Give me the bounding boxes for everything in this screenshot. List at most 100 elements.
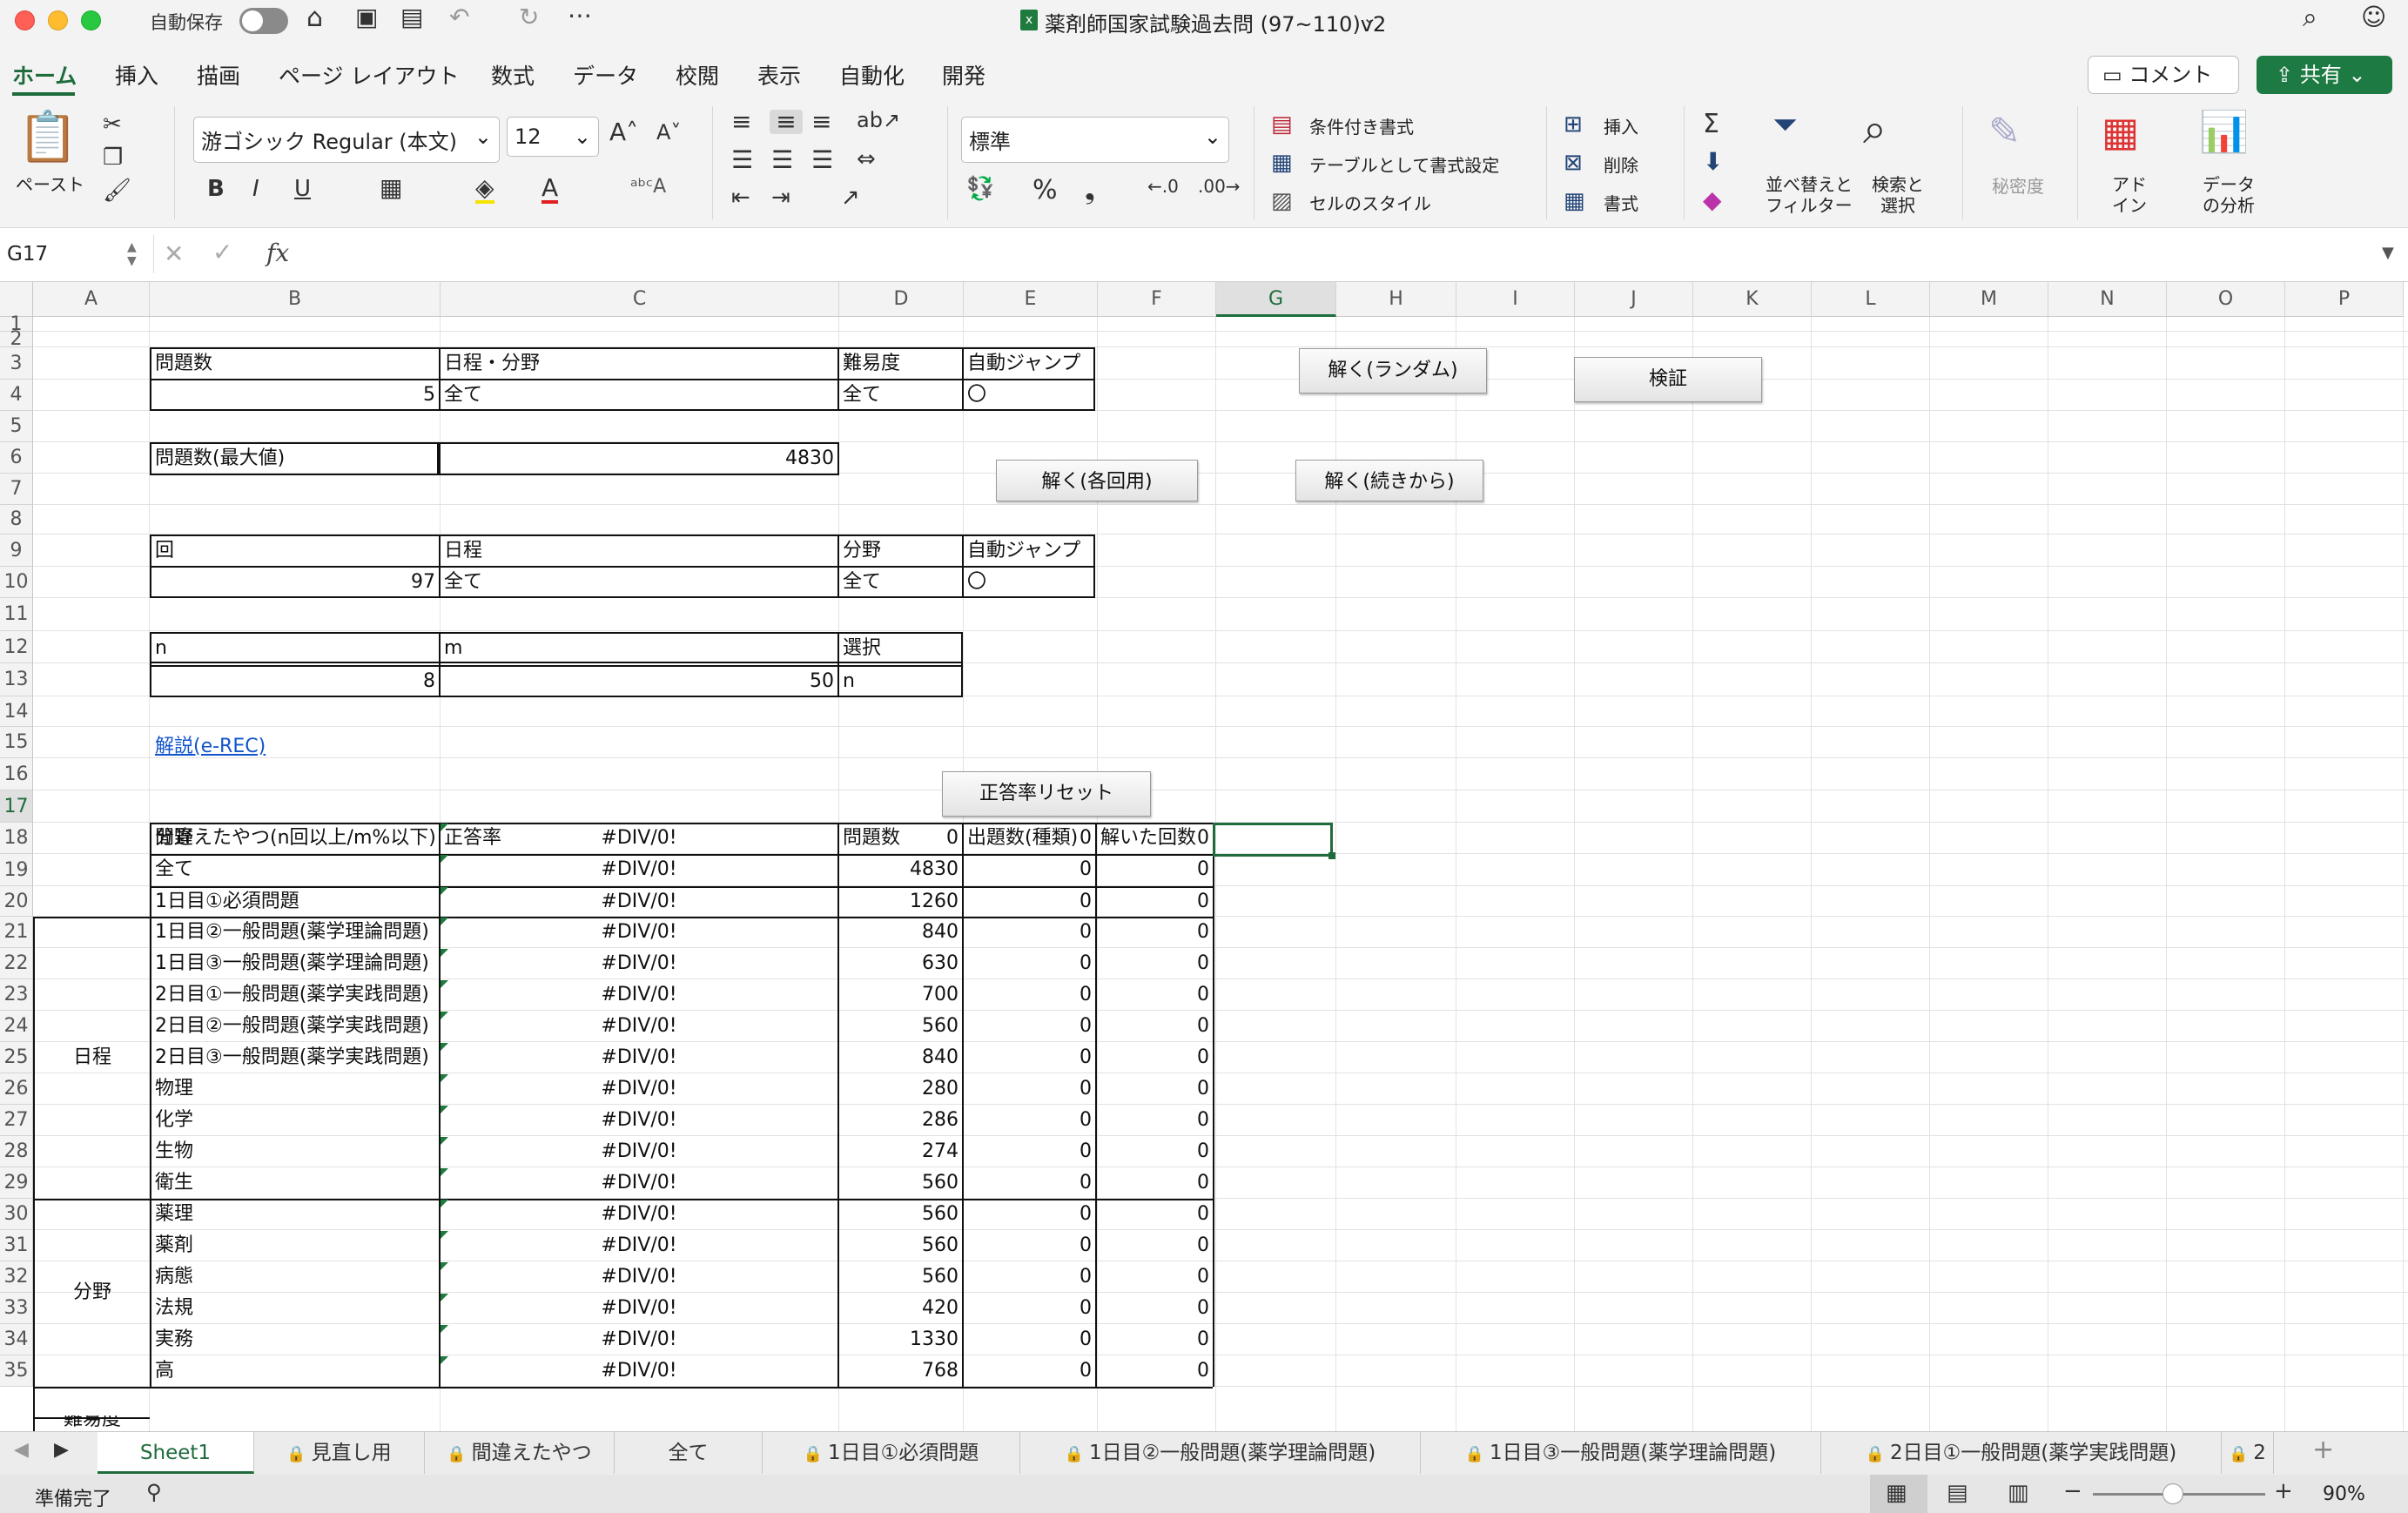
row-header[interactable]: 6 bbox=[0, 442, 33, 474]
zoom-in-icon[interactable]: + bbox=[2274, 1480, 2293, 1503]
page-layout-view-icon[interactable]: ▤ bbox=[1947, 1482, 1968, 1504]
row-header[interactable]: 9 bbox=[0, 535, 33, 567]
italic-icon[interactable]: I bbox=[252, 178, 259, 200]
table-row-types[interactable]: 0 bbox=[964, 1074, 1095, 1104]
error-indicator-icon[interactable] bbox=[441, 949, 448, 957]
table-row-types[interactable]: 0 bbox=[964, 1106, 1095, 1135]
table-row-name[interactable]: 2日目①一般問題(薬学実践問題) bbox=[151, 980, 439, 1010]
error-indicator-icon[interactable] bbox=[441, 1106, 448, 1113]
table-row-count[interactable]: 560 bbox=[839, 1262, 962, 1292]
tab-page-layout[interactable]: ページ レイアウト bbox=[279, 59, 459, 91]
tab-developer[interactable]: 開発 bbox=[942, 59, 985, 91]
font-name-select[interactable]: 游ゴシック Regular (本文) ⌄ bbox=[193, 117, 500, 163]
align-bottom-icon[interactable]: ≡ bbox=[811, 110, 831, 134]
worksheet-grid[interactable]: ABCDEFGHIJKLMNOP 1 2 3 4 5 6 7 8 9 10 11 12 13 14 15 16… bbox=[0, 282, 2408, 1431]
row-header[interactable]: 3 bbox=[0, 347, 33, 380]
formula-input[interactable] bbox=[310, 235, 2391, 273]
conditional-format-label[interactable]: 条件付き書式 bbox=[1309, 117, 1414, 138]
page-break-view-icon[interactable]: ▥ bbox=[2008, 1482, 2029, 1504]
row-header[interactable]: 15 bbox=[0, 727, 33, 758]
row-header[interactable]: 30 bbox=[0, 1199, 33, 1230]
column-header[interactable]: G bbox=[1216, 282, 1336, 317]
align-middle-icon[interactable]: ≡ bbox=[770, 110, 803, 134]
table-row-types[interactable]: 0 bbox=[964, 1168, 1095, 1198]
table-row-name[interactable]: 実務 bbox=[151, 1325, 439, 1355]
error-indicator-icon[interactable] bbox=[441, 1168, 448, 1176]
column-header[interactable]: I bbox=[1456, 282, 1575, 317]
table-row-types[interactable]: 0 bbox=[964, 918, 1095, 947]
row-header[interactable]: 19 bbox=[0, 854, 33, 886]
row-header[interactable]: 24 bbox=[0, 1011, 33, 1042]
table-row-solved[interactable]: 0 bbox=[1097, 1074, 1213, 1104]
align-top-icon[interactable]: ≡ bbox=[731, 110, 751, 134]
table-row-solved[interactable]: 0 bbox=[1097, 1106, 1213, 1135]
table-row-solved[interactable]: 0 bbox=[1097, 1200, 1213, 1229]
value-round[interactable]: 97 bbox=[151, 568, 439, 597]
table-row-solved[interactable]: 0 bbox=[1097, 980, 1213, 1010]
column-header[interactable]: M bbox=[1930, 282, 2048, 317]
row-header[interactable]: 8 bbox=[0, 505, 33, 535]
error-indicator-icon[interactable] bbox=[441, 1325, 448, 1333]
redo-icon[interactable]: ↻ bbox=[519, 5, 539, 30]
row-header[interactable]: 31 bbox=[0, 1230, 33, 1261]
table-row-solved[interactable]: 0 bbox=[1097, 855, 1213, 884]
table-row-count[interactable]: 280 bbox=[839, 1074, 962, 1104]
comment-button[interactable]: ▭ コメント bbox=[2088, 56, 2239, 94]
value-autojump[interactable]: 〇 bbox=[964, 380, 990, 410]
table-row-solved[interactable]: 0 bbox=[1097, 1325, 1213, 1355]
row-header[interactable]: 5 bbox=[0, 411, 33, 442]
sheet-tab[interactable]: 🔒 間違えたやつ bbox=[425, 1432, 615, 1474]
merge-cells-icon[interactable]: ⇔ bbox=[857, 148, 876, 171]
table-row-solved[interactable]: 0 bbox=[1097, 1231, 1213, 1261]
table-row-rate[interactable]: #DIV/0! bbox=[441, 1137, 837, 1167]
error-indicator-icon[interactable] bbox=[441, 1043, 448, 1051]
find-select-icon[interactable]: ⌕ bbox=[1863, 108, 1887, 150]
row-header[interactable]: 34 bbox=[0, 1324, 33, 1355]
sensitivity-icon[interactable]: ✎ bbox=[1988, 113, 2021, 151]
table-row-types[interactable]: 0 bbox=[964, 1356, 1095, 1386]
name-box-stepper-icon[interactable]: ▲ ▼ bbox=[127, 240, 137, 268]
table-row-solved[interactable]: 0 bbox=[1097, 1137, 1213, 1167]
row-header[interactable]: 20 bbox=[0, 886, 33, 917]
table-row-rate[interactable]: #DIV/0! bbox=[441, 824, 837, 853]
phonetic-icon[interactable]: ᵃᵇᶜA bbox=[630, 178, 666, 197]
tab-insert[interactable]: 挿入 bbox=[115, 59, 158, 91]
cell-style-label[interactable]: セルのスタイル bbox=[1309, 193, 1431, 214]
font-color-icon[interactable]: A bbox=[541, 176, 559, 204]
group-label-schedule[interactable]: 日程 bbox=[35, 1043, 150, 1073]
error-indicator-icon[interactable] bbox=[441, 1012, 448, 1019]
decrease-font-icon[interactable]: A˅ bbox=[656, 122, 681, 143]
tab-draw[interactable]: 描画 bbox=[197, 59, 240, 91]
max-count-value[interactable]: 4830 bbox=[441, 444, 837, 474]
table-row-count[interactable]: 560 bbox=[839, 1168, 962, 1198]
table-row-count[interactable]: 768 bbox=[839, 1356, 962, 1386]
insert-cells-label[interactable]: 挿入 bbox=[1604, 117, 1638, 138]
next-sheet-icon[interactable]: ▶ bbox=[54, 1441, 69, 1460]
accessibility-icon[interactable]: ⚲ bbox=[146, 1482, 162, 1503]
addins-icon[interactable]: ▦ bbox=[2102, 111, 2139, 151]
table-row-count[interactable]: 1260 bbox=[839, 887, 962, 917]
prev-sheet-icon[interactable]: ◀ bbox=[14, 1441, 29, 1460]
table-row-name[interactable]: 衛生 bbox=[151, 1168, 439, 1198]
header-schedule[interactable]: 日程 bbox=[441, 536, 486, 566]
table-row-count[interactable]: 4830 bbox=[839, 855, 962, 884]
table-row-name[interactable]: 1日目③一般問題(薬学理論問題) bbox=[151, 949, 439, 978]
selected-cell-g17[interactable] bbox=[1213, 823, 1333, 857]
table-row-rate[interactable]: #DIV/0! bbox=[441, 1106, 837, 1135]
header-difficulty[interactable]: 難易度 bbox=[839, 349, 904, 379]
table-row-name[interactable]: 高 bbox=[151, 1356, 439, 1386]
tab-view[interactable]: 表示 bbox=[757, 59, 801, 91]
normal-view-icon[interactable]: ▦ bbox=[1886, 1482, 1907, 1504]
table-row-types[interactable]: 0 bbox=[964, 1200, 1095, 1229]
table-row-name[interactable]: 法規 bbox=[151, 1294, 439, 1323]
name-box[interactable]: G17 bbox=[7, 239, 138, 270]
column-header[interactable]: J bbox=[1575, 282, 1693, 317]
percent-icon[interactable]: % bbox=[1032, 178, 1058, 204]
verify-button[interactable]: 検証 bbox=[1574, 357, 1762, 402]
table-row-count[interactable]: 286 bbox=[839, 1106, 962, 1135]
format-painter-icon[interactable]: 🖌 bbox=[103, 179, 131, 202]
analyze-data-icon[interactable]: 📊 bbox=[2199, 111, 2249, 151]
table-row-name[interactable]: 間違えたやつ(n回以上/m%以下) bbox=[151, 824, 439, 853]
reset-accuracy-button[interactable]: 正答率リセット bbox=[942, 771, 1151, 817]
row-header[interactable]: 13 bbox=[0, 663, 33, 696]
